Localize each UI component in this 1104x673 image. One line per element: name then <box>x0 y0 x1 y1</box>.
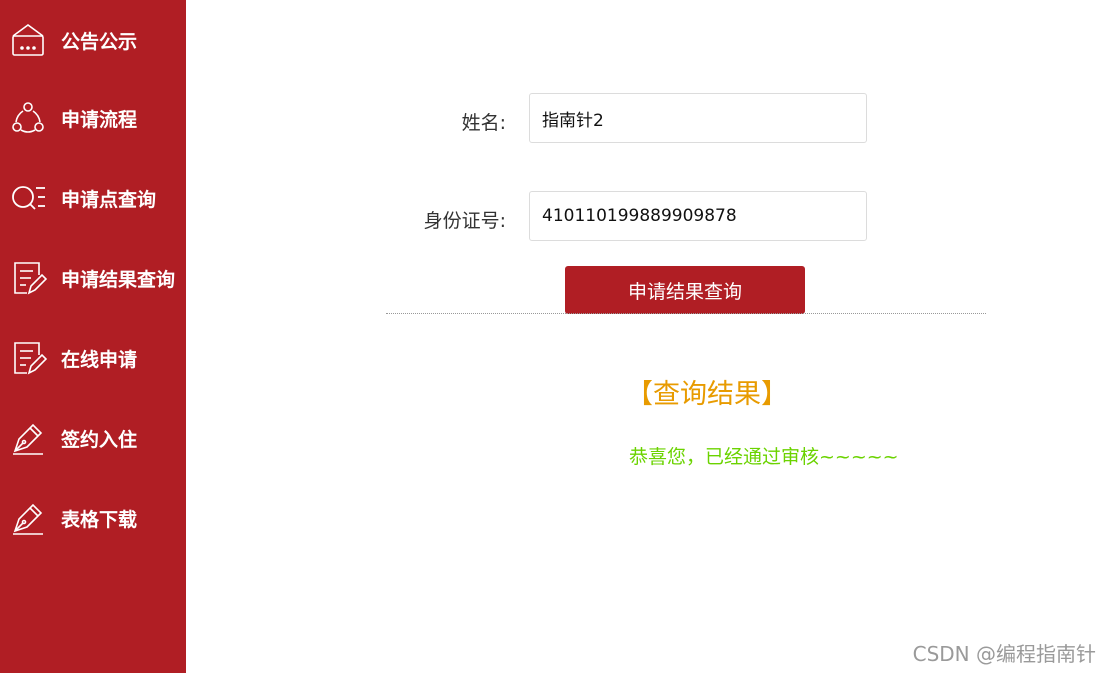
sidebar-item-process[interactable]: 申请流程 <box>0 78 186 158</box>
query-result-button[interactable]: 申请结果查询 <box>565 266 805 314</box>
sidebar-item-label: 表格下载 <box>61 508 138 531</box>
sidebar-item-form-download[interactable]: 表格下载 <box>0 478 186 558</box>
sidebar-item-announcements[interactable]: 公告公示 <box>0 0 186 80</box>
sign-pen-icon <box>9 499 47 537</box>
document-edit-icon <box>9 339 47 377</box>
divider <box>386 313 986 314</box>
watermark: CSDN @编程指南针 <box>912 642 1096 666</box>
sign-pen-icon <box>9 419 47 457</box>
sidebar-item-sign-checkin[interactable]: 签约入住 <box>0 398 186 478</box>
sidebar-item-label: 申请流程 <box>61 108 138 131</box>
search-list-icon <box>9 179 47 217</box>
sidebar-item-label: 在线申请 <box>61 348 138 371</box>
sidebar-item-label: 申请点查询 <box>61 188 157 211</box>
sidebar-item-label: 申请结果查询 <box>61 268 176 291</box>
id-number-label: 身份证号: <box>423 210 506 232</box>
sidebar: 公告公示 申请流程 申请点查询 申请结果查询 在线申请 签约入住 表格下载 <box>0 0 186 673</box>
result-message: 恭喜您，已经通过审核~~~~~ <box>629 446 899 468</box>
sidebar-item-label: 签约入住 <box>61 428 138 451</box>
announcement-icon <box>9 21 47 59</box>
id-number-input[interactable] <box>529 191 867 241</box>
sidebar-item-application-point-query[interactable]: 申请点查询 <box>0 158 186 238</box>
name-label: 姓名: <box>461 112 506 134</box>
name-input[interactable] <box>529 93 867 143</box>
sidebar-item-result-query[interactable]: 申请结果查询 <box>0 238 186 318</box>
document-edit-icon <box>9 259 47 297</box>
sidebar-item-online-application[interactable]: 在线申请 <box>0 318 186 398</box>
process-icon <box>9 99 47 137</box>
result-title: 【查询结果】 <box>626 379 788 410</box>
sidebar-item-label: 公告公示 <box>61 30 138 53</box>
